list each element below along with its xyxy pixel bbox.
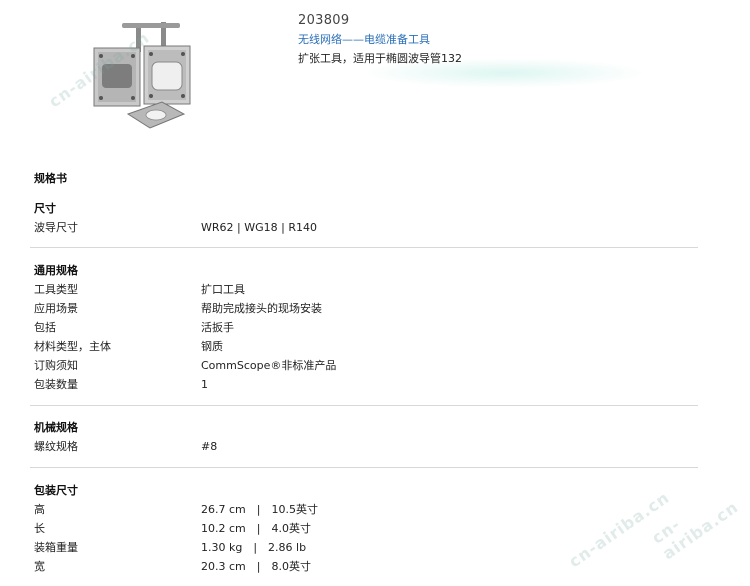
spec-label: 长 — [34, 522, 45, 535]
spec-value: 26.7 cm | 10.5英寸 — [201, 503, 318, 516]
section-heading-general: 通用规格 — [34, 264, 78, 277]
spec-value: 1 — [201, 378, 208, 391]
spec-value: #8 — [201, 440, 218, 453]
spec-row: 订购须知 CommScope®非标准产品 — [34, 356, 698, 375]
spec-row: 工具类型 扩口工具 — [34, 280, 698, 299]
spec-row: 应用场景 帮助完成接头的现场安装 — [34, 299, 698, 318]
spec-label: 螺纹规格 — [34, 440, 78, 453]
spec-value: 活扳手 — [201, 321, 234, 334]
section-package: 包装尺寸 高 26.7 cm | 10.5英寸 长 10.2 cm | 4.0英… — [34, 481, 698, 576]
section-size: 尺寸 波导尺寸 WR62 | WG18 | R140 — [34, 199, 698, 237]
spec-label: 订购须知 — [34, 359, 78, 372]
divider — [30, 247, 698, 248]
product-page: 203809 无线网络——电缆准备工具 扩张工具，适用于椭圆波导管132 规格书… — [0, 0, 750, 586]
spec-label: 高 — [34, 503, 45, 516]
spec-value: 钢质 — [201, 340, 223, 353]
spec-value: 扩口工具 — [201, 283, 245, 296]
spec-value: CommScope®非标准产品 — [201, 359, 337, 372]
spec-row: 螺纹规格 #8 — [34, 437, 698, 456]
divider — [30, 405, 698, 406]
section-heading-package: 包装尺寸 — [34, 484, 78, 497]
spec-value: 20.3 cm | 8.0英寸 — [201, 560, 311, 573]
spec-row: 高 26.7 cm | 10.5英寸 — [34, 500, 698, 519]
category-link[interactable]: 无线网络——电缆准备工具 — [298, 31, 462, 49]
product-header: 203809 无线网络——电缆准备工具 扩张工具，适用于椭圆波导管132 — [298, 12, 462, 68]
section-mechanical: 机械规格 螺纹规格 #8 — [34, 418, 698, 456]
spec-row: 包装数量 1 — [34, 375, 698, 394]
part-number: 203809 — [298, 13, 350, 28]
divider — [30, 467, 698, 468]
section-heading-size: 尺寸 — [34, 202, 56, 215]
spec-label: 工具类型 — [34, 283, 78, 296]
spec-title: 规格书 — [34, 172, 67, 185]
spec-row: 材料类型，主体 钢质 — [34, 337, 698, 356]
spec-label: 波导尺寸 — [34, 221, 78, 234]
spec-label: 包括 — [34, 321, 56, 334]
spec-row: 波导尺寸 WR62 | WG18 | R140 — [34, 218, 698, 237]
spec-label: 材料类型，主体 — [34, 340, 111, 353]
spec-label: 宽 — [34, 560, 45, 573]
spec-value: 帮助完成接头的现场安装 — [201, 302, 322, 315]
spec-label: 包装数量 — [34, 378, 78, 391]
spec-label: 装箱重量 — [34, 541, 78, 554]
spec-row: 宽 20.3 cm | 8.0英寸 — [34, 557, 698, 576]
spec-value: 1.30 kg | 2.86 lb — [201, 541, 307, 554]
spec-value: WR62 | WG18 | R140 — [201, 221, 317, 234]
product-description: 扩张工具，适用于椭圆波导管132 — [298, 52, 462, 65]
spec-value: 10.2 cm | 4.0英寸 — [201, 522, 311, 535]
section-general: 通用规格 工具类型 扩口工具 应用场景 帮助完成接头的现场安装 包括 活扳手 材… — [34, 261, 698, 394]
spec-row: 包括 活扳手 — [34, 318, 698, 337]
section-heading-mechanical: 机械规格 — [34, 421, 78, 434]
spec-label: 应用场景 — [34, 302, 78, 315]
